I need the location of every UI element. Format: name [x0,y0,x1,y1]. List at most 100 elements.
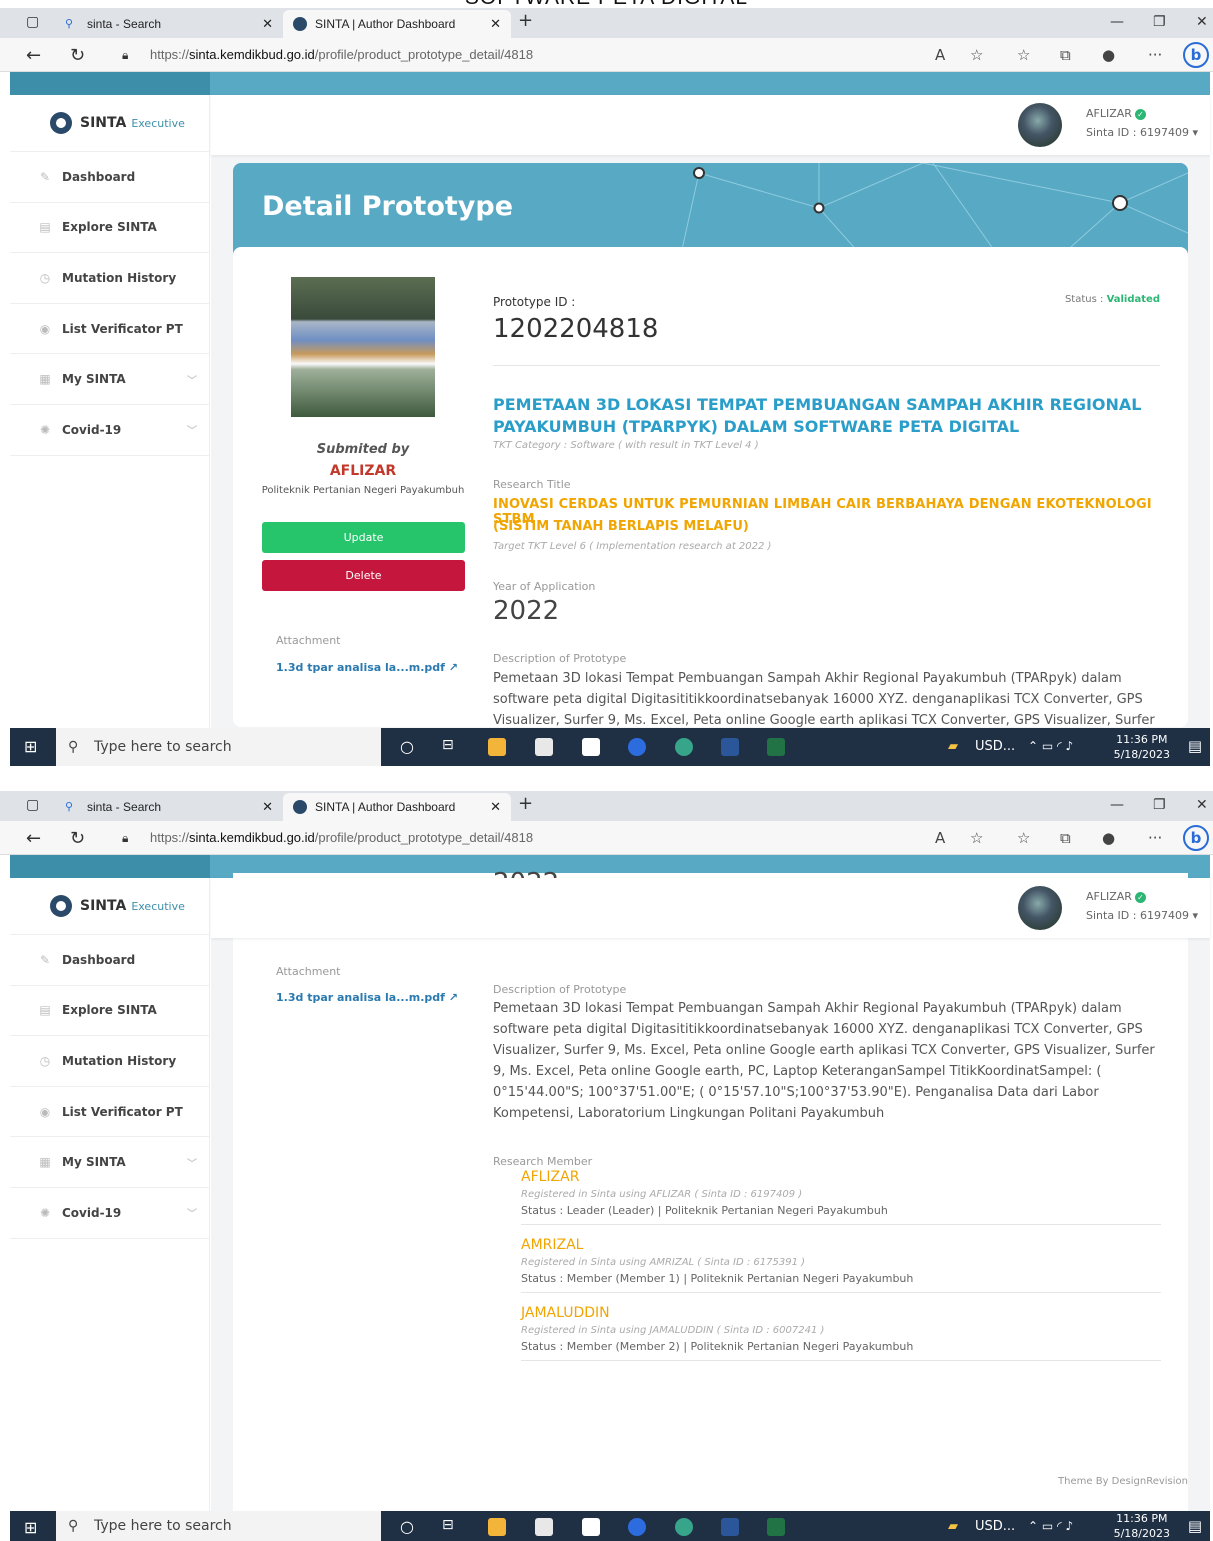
window-close-icon[interactable]: ✕ [1196,797,1208,813]
minimize-icon[interactable]: — [1110,14,1124,30]
bing-chat-icon[interactable]: b [1183,825,1209,851]
add-favorite-icon[interactable]: ☆ [970,829,983,847]
store-icon[interactable] [535,738,553,756]
prototype-thumbnail[interactable] [291,277,435,417]
collections-icon[interactable]: ⧉ [1060,46,1071,64]
taskbar-search[interactable]: ⚲ Type here to search [56,1511,381,1541]
more-icon[interactable]: ··· [1148,829,1162,847]
user-sinta-id[interactable]: Sinta ID : 6197409 ▾ [1086,126,1198,139]
url-field[interactable]: https://sinta.kemdikbud.go.id/profile/pr… [150,47,533,62]
tab-sinta-dashboard[interactable]: SINTA | Author Dashboard ✕ [283,793,511,821]
notification-icon[interactable]: ▤ [1188,737,1202,755]
edge-icon[interactable] [675,1518,693,1536]
attachment-link[interactable]: 1.3d tpar analisa la...m.pdf ↗ [276,991,458,1004]
favorites-icon[interactable]: ☆ [1017,829,1030,847]
tray-icons[interactable]: ⌃ ▭ ◜ ♪ [1028,1519,1073,1533]
mail-icon[interactable] [582,738,600,756]
avatar[interactable] [1018,103,1062,147]
mail-icon[interactable] [582,1518,600,1536]
sidebar-item-my-sinta[interactable]: ▦ My SINTA ﹀ [10,1137,209,1188]
sidebar-item-my-sinta[interactable]: ▦ My SINTA ﹀ [10,354,209,405]
cortana-icon[interactable]: ○ [400,737,414,756]
sidebar-item-mutation-history[interactable]: ◷ Mutation History [10,253,209,304]
windows-start-icon[interactable]: ⊞ [24,1518,37,1537]
close-icon[interactable]: ✕ [262,16,273,32]
sidebar-item-covid[interactable]: ✺ Covid-19 ﹀ [10,1188,209,1239]
profile-icon[interactable]: ● [1102,829,1115,847]
excel-icon[interactable] [767,738,785,756]
read-aloud-icon[interactable]: A [935,829,945,847]
member-name[interactable]: AMRIZAL [521,1237,1161,1253]
more-icon[interactable]: ··· [1148,46,1162,64]
taskbar-search[interactable]: ⚲ Type here to search [56,728,381,766]
user-sinta-id[interactable]: Sinta ID : 6197409 ▾ [1086,909,1198,922]
close-icon[interactable]: ✕ [262,799,273,815]
edge-icon[interactable] [675,738,693,756]
read-aloud-icon[interactable]: A [935,46,945,64]
lock-icon[interactable]: 🔒︎ [122,48,128,63]
profile-icon[interactable]: ● [1102,46,1115,64]
new-tab-icon[interactable]: + [518,10,533,31]
restore-icon[interactable]: ❐ [1153,797,1166,813]
currency-widget[interactable]: USD... [975,1519,1015,1534]
update-button[interactable]: Update [262,522,465,553]
bing-chat-icon[interactable]: b [1183,42,1209,68]
task-view-icon[interactable]: ⊟ [442,737,454,753]
member-name[interactable]: JAMALUDDIN [521,1305,1161,1321]
notification-icon[interactable]: ▤ [1188,1517,1202,1535]
brand[interactable]: SINTA Executive [10,95,209,152]
sidebar-item-list-verificator[interactable]: ◉ List Verificator PT [10,304,209,355]
avatar[interactable] [1018,886,1062,930]
submitter-name[interactable]: AFLIZAR [233,463,493,479]
zoom-icon[interactable] [628,1518,646,1536]
sidebar-item-mutation-history[interactable]: ◷ Mutation History [10,1036,209,1087]
user-name[interactable]: AFLIZAR ✓ [1086,890,1146,903]
lock-icon[interactable]: 🔒︎ [122,831,128,846]
sidebar-item-explore[interactable]: ▤ Explore SINTA [10,986,209,1037]
sidebar-item-dashboard[interactable]: ✎ Dashboard [10,152,209,203]
restore-icon[interactable]: ❐ [1153,14,1166,30]
refresh-icon[interactable]: ↻ [70,45,85,66]
research-title-label: Research Title [493,478,571,491]
attachment-link[interactable]: 1.3d tpar analisa la...m.pdf ↗ [276,661,458,674]
sidebar-item-dashboard[interactable]: ✎ Dashboard [10,935,209,986]
tab-actions-icon[interactable]: ▢ [26,14,39,30]
new-tab-icon[interactable]: + [518,793,533,814]
clock[interactable]: 11:36 PM 5/18/2023 [1114,732,1170,762]
member-name[interactable]: AFLIZAR [521,1169,1161,1185]
back-icon[interactable]: ← [26,828,41,849]
zoom-icon[interactable] [628,738,646,756]
url-field[interactable]: https://sinta.kemdikbud.go.id/profile/pr… [150,830,533,845]
currency-widget[interactable]: USD... [975,739,1015,754]
sidebar-item-explore[interactable]: ▤ Explore SINTA [10,203,209,254]
delete-button[interactable]: Delete [262,560,465,591]
minimize-icon[interactable]: — [1110,797,1124,813]
brand[interactable]: SINTA Executive [10,878,209,935]
refresh-icon[interactable]: ↻ [70,828,85,849]
tray-icons[interactable]: ⌃ ▭ ◜ ♪ [1028,739,1073,753]
close-icon[interactable]: ✕ [490,16,501,32]
sidebar-item-covid[interactable]: ✺ Covid-19 ﹀ [10,405,209,456]
favorites-icon[interactable]: ☆ [1017,46,1030,64]
tab-actions-icon[interactable]: ▢ [26,797,39,813]
collections-icon[interactable]: ⧉ [1060,829,1071,847]
task-view-icon[interactable]: ⊟ [442,1517,454,1533]
file-explorer-icon[interactable] [488,738,506,756]
user-name[interactable]: AFLIZAR ✓ [1086,107,1146,120]
add-favorite-icon[interactable]: ☆ [970,46,983,64]
word-icon[interactable] [721,1518,739,1536]
clock[interactable]: 11:36 PM 5/18/2023 [1114,1511,1170,1541]
windows-start-icon[interactable]: ⊞ [24,737,37,756]
cortana-icon[interactable]: ○ [400,1517,414,1536]
tab-bing-search[interactable]: ⚲ sinta - Search ✕ [55,793,283,821]
store-icon[interactable] [535,1518,553,1536]
tab-bing-search[interactable]: ⚲ sinta - Search ✕ [55,10,283,38]
close-icon[interactable]: ✕ [490,799,501,815]
word-icon[interactable] [721,738,739,756]
tab-sinta-dashboard[interactable]: SINTA | Author Dashboard ✕ [283,10,511,38]
back-icon[interactable]: ← [26,45,41,66]
window-close-icon[interactable]: ✕ [1196,14,1208,30]
file-explorer-icon[interactable] [488,1518,506,1536]
excel-icon[interactable] [767,1518,785,1536]
sidebar-item-list-verificator[interactable]: ◉ List Verificator PT [10,1087,209,1138]
